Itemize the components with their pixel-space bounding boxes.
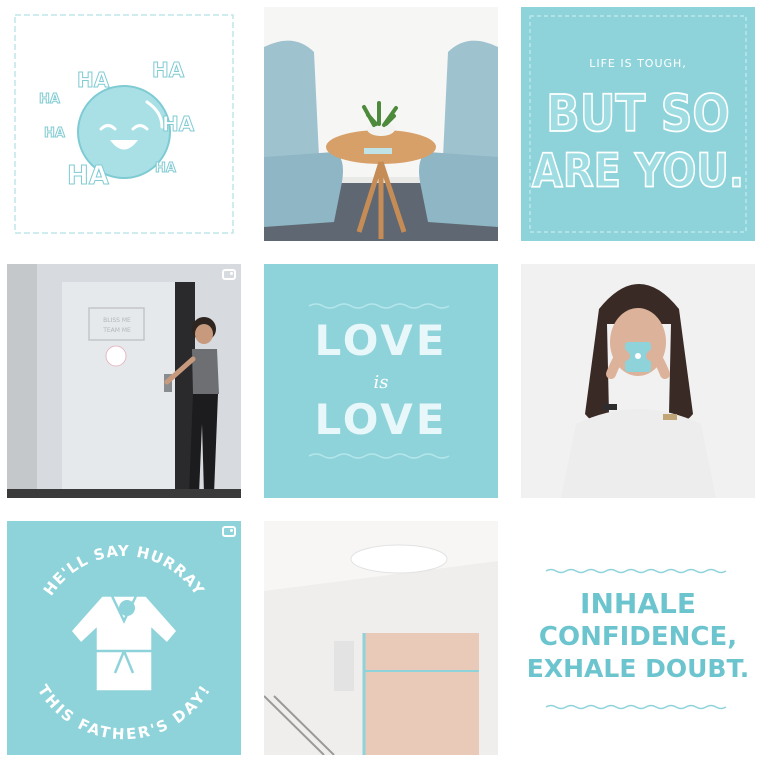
ha-text: HA [39, 92, 60, 107]
life-is-tough-line2: BUT SO [546, 85, 730, 144]
ha-text: HA [155, 161, 176, 176]
post-life-is-tough[interactable]: LIFE IS TOUGH, BUT SO ARE YOU. [521, 7, 755, 241]
ha-text: HA [77, 68, 110, 92]
post-fathers-day[interactable]: HE'LL SAY HURRAY THIS FATHER'S DAY! [7, 521, 241, 755]
life-is-tough-line1: LIFE IS TOUGH, [589, 57, 687, 70]
life-is-tough-line3: ARE YOU. [532, 145, 744, 198]
ha-text: HA [152, 58, 185, 82]
post-woman-at-door[interactable]: BLISS ME TEAM ME [7, 264, 241, 498]
ha-text: HA [7, 7, 9, 8]
love-is-love-graphic: LOVE is LOVE [308, 303, 450, 459]
door-sign-text: BLISS ME [103, 317, 131, 324]
love-word-1: LOVE [314, 316, 447, 365]
ha-bubble-graphic: HA HA HA HA HA HA HA HA [7, 7, 234, 234]
love-word-2: LOVE [314, 395, 447, 444]
stairwell-photo [264, 521, 498, 755]
video-icon [222, 269, 236, 280]
post-lounge-chairs[interactable] [264, 7, 498, 241]
post-ha-bubble[interactable]: HA HA HA HA HA HA HA HA [7, 7, 241, 241]
post-love-is-love[interactable]: LOVE is LOVE [264, 264, 498, 498]
ha-text: HA [162, 112, 195, 136]
life-is-tough-graphic: LIFE IS TOUGH, BUT SO ARE YOU. [529, 15, 747, 233]
inhale-line2: CONFIDENCE, [539, 622, 737, 652]
love-connector: is [374, 372, 389, 393]
inhale-confidence-graphic: INHALE CONFIDENCE, EXHALE DOUBT. [527, 568, 749, 710]
door-photo: BLISS ME TEAM ME [7, 264, 241, 498]
post-inhale-confidence[interactable]: INHALE CONFIDENCE, EXHALE DOUBT. [521, 521, 755, 755]
fathers-day-graphic: HE'LL SAY HURRAY THIS FATHER'S DAY! [34, 542, 213, 743]
inhale-line3: EXHALE DOUBT. [527, 654, 749, 683]
inhale-line1: INHALE [580, 587, 696, 620]
post-woman-with-mug[interactable] [521, 264, 755, 498]
video-icon [222, 526, 236, 537]
post-stairwell-light[interactable] [264, 521, 498, 755]
arc-top-text: HE'LL SAY HURRAY [40, 542, 208, 599]
lounge-photo [264, 7, 498, 241]
instagram-photo-grid: HA HA HA HA HA HA HA HA LIFE IS TOUGH, B… [0, 0, 761, 765]
door-sign-text: TEAM ME [102, 327, 131, 334]
mug-photo [521, 264, 755, 498]
ha-text: HA [67, 161, 109, 191]
ha-text: HA [44, 126, 65, 141]
